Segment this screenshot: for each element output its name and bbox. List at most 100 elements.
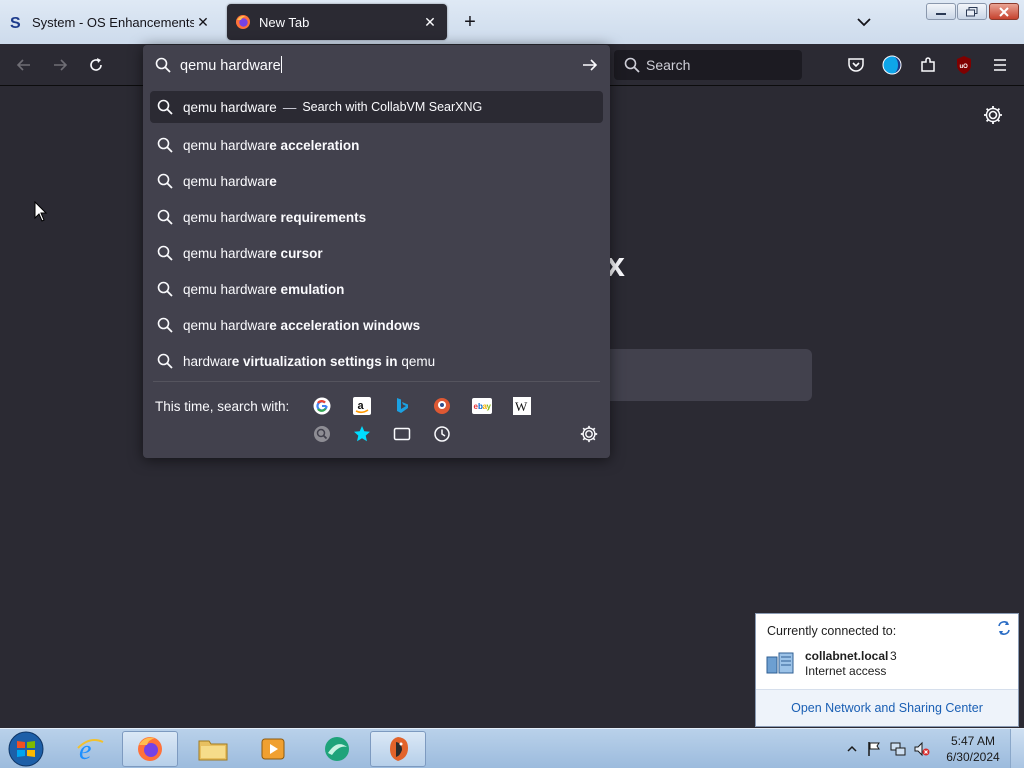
new-tab-button[interactable]: + <box>458 8 482 36</box>
network-count: 3 <box>890 649 897 663</box>
go-arrow-icon[interactable] <box>580 55 600 75</box>
bing-icon[interactable] <box>392 396 412 416</box>
tab-title: System - OS Enhancements Do <box>32 14 194 30</box>
reload-icon[interactable] <box>84 53 108 77</box>
firefox-icon <box>235 14 251 30</box>
searxng-icon[interactable] <box>312 424 332 444</box>
tab-close-icon[interactable]: ✕ <box>421 14 439 31</box>
open-network-sharing-center-link[interactable]: Open Network and Sharing Center <box>756 701 1018 715</box>
suggestion-text: qemu hardware emulation <box>183 281 345 297</box>
file-explorer-icon[interactable] <box>185 731 241 767</box>
taskbar-clock[interactable]: 5:47 AM 6/30/2024 <box>940 733 1006 765</box>
suggestion-text: qemu hardware acceleration <box>183 137 360 153</box>
s-logo-icon: S <box>8 14 24 30</box>
firefox-taskbar-icon[interactable] <box>122 731 178 767</box>
search-icon <box>157 353 173 369</box>
search-icon <box>157 317 173 333</box>
page-search-field[interactable] <box>600 349 812 401</box>
search-placeholder: Search <box>646 57 691 73</box>
tabs-icon[interactable] <box>392 424 412 444</box>
forward-arrow-icon[interactable] <box>48 53 72 77</box>
search-icon <box>157 281 173 297</box>
refresh-icon[interactable] <box>996 620 1012 636</box>
network-tray-icon[interactable] <box>890 741 906 757</box>
svg-text:S: S <box>10 15 21 30</box>
search-input[interactable]: Search <box>614 50 802 80</box>
account-icon[interactable] <box>880 53 904 77</box>
restore-button[interactable] <box>957 3 987 20</box>
network-status-popup: Currently connected to: collabnet.local … <box>755 613 1019 727</box>
menu-icon[interactable] <box>988 53 1012 77</box>
suggestion-separator: — <box>282 99 297 115</box>
pocket-icon[interactable] <box>844 53 868 77</box>
search-icon <box>157 245 173 261</box>
network-heading: Currently connected to: <box>767 624 897 638</box>
suggestion-item[interactable]: qemu hardware — Search with CollabVM Sea… <box>150 91 603 123</box>
urlbar-input-field[interactable]: qemu hardware <box>143 45 610 85</box>
tab-close-icon[interactable]: ✕ <box>194 14 212 31</box>
search-icon <box>157 137 173 153</box>
ebay-icon[interactable]: ebay <box>472 396 492 416</box>
wikipedia-icon[interactable]: W <box>512 396 532 416</box>
suggestion-text: qemu hardware <box>183 173 277 189</box>
duckduckgo-icon[interactable] <box>432 396 452 416</box>
search-settings-gear-icon[interactable] <box>579 424 599 444</box>
suggestion-text: hardware virtualization settings in qemu <box>183 353 436 369</box>
volume-muted-icon[interactable] <box>914 741 930 757</box>
suggestion-item[interactable]: qemu hardware cursor <box>150 235 603 271</box>
svg-text:a: a <box>358 400 365 412</box>
mouse-pointer-icon <box>34 200 48 223</box>
app-parrot-icon[interactable] <box>370 731 426 767</box>
suggestion-list: qemu hardware — Search with CollabVM Sea… <box>150 91 603 379</box>
show-hidden-icons-icon[interactable] <box>844 741 860 757</box>
minimize-button[interactable] <box>926 3 956 20</box>
tab-system-os-enhancements[interactable]: S System - OS Enhancements Do ✕ <box>0 4 220 40</box>
tab-new-tab[interactable]: New Tab ✕ <box>227 4 447 40</box>
start-button[interactable] <box>6 730 46 768</box>
network-popup-footer: Open Network and Sharing Center <box>756 689 1018 726</box>
search-icon <box>157 209 173 225</box>
tab-title: New Tab <box>259 14 310 30</box>
chevron-down-icon[interactable] <box>852 12 876 32</box>
suggestion-text: qemu hardware cursor <box>183 245 323 261</box>
app-green-icon[interactable] <box>309 731 365 767</box>
settings-gear-icon[interactable] <box>982 104 1004 126</box>
title-bar: S System - OS Enhancements Do ✕ New Tab … <box>0 0 1024 44</box>
media-player-icon[interactable] <box>245 731 301 767</box>
clock-time: 5:47 AM <box>950 734 996 748</box>
bookmarks-icon[interactable] <box>352 424 372 444</box>
amazon-icon[interactable]: a <box>352 396 372 416</box>
suggestion-text: qemu hardware acceleration windows <box>183 317 421 333</box>
history-icon[interactable] <box>432 424 452 444</box>
suggestion-item[interactable]: qemu hardware acceleration windows <box>150 307 603 343</box>
svg-text:uO: uO <box>960 64 969 70</box>
suggestion-item[interactable]: qemu hardware acceleration <box>150 127 603 163</box>
action-center-flag-icon[interactable] <box>866 741 882 757</box>
suggestion-item[interactable]: qemu hardware <box>150 163 603 199</box>
search-icon <box>155 57 171 73</box>
suggestion-item[interactable]: qemu hardware requirements <box>150 199 603 235</box>
oneoff-search-label: This time, search with: <box>155 399 290 414</box>
back-arrow-icon[interactable] <box>12 53 36 77</box>
close-window-button[interactable] <box>989 3 1019 20</box>
extensions-icon[interactable] <box>916 53 940 77</box>
suggestion-item[interactable]: hardware virtualization settings in qemu <box>150 343 603 379</box>
svg-text:W: W <box>515 399 528 414</box>
search-icon <box>624 57 640 73</box>
network-access-status: Internet access <box>805 664 887 678</box>
suggestion-text: qemu hardware <box>183 99 277 115</box>
suggestion-action: Search with CollabVM SearXNG <box>302 100 483 114</box>
system-tray <box>842 735 942 763</box>
internet-explorer-icon[interactable]: e <box>62 731 118 767</box>
urlbar-dropdown: qemu hardware qemu hardware — Search wit… <box>143 45 610 458</box>
urlbar-text: qemu hardware <box>180 56 282 74</box>
network-name: collabnet.local <box>805 649 889 663</box>
search-icon <box>157 173 173 189</box>
google-icon[interactable] <box>312 396 332 416</box>
suggestion-text: qemu hardware requirements <box>183 209 367 225</box>
show-desktop-button[interactable] <box>1010 729 1024 768</box>
taskbar: e 5:47 AM 6/30/2024 <box>0 728 1024 768</box>
suggestion-item[interactable]: qemu hardware emulation <box>150 271 603 307</box>
svg-text:y: y <box>487 402 492 411</box>
ublock-origin-icon[interactable]: uO <box>952 53 976 77</box>
